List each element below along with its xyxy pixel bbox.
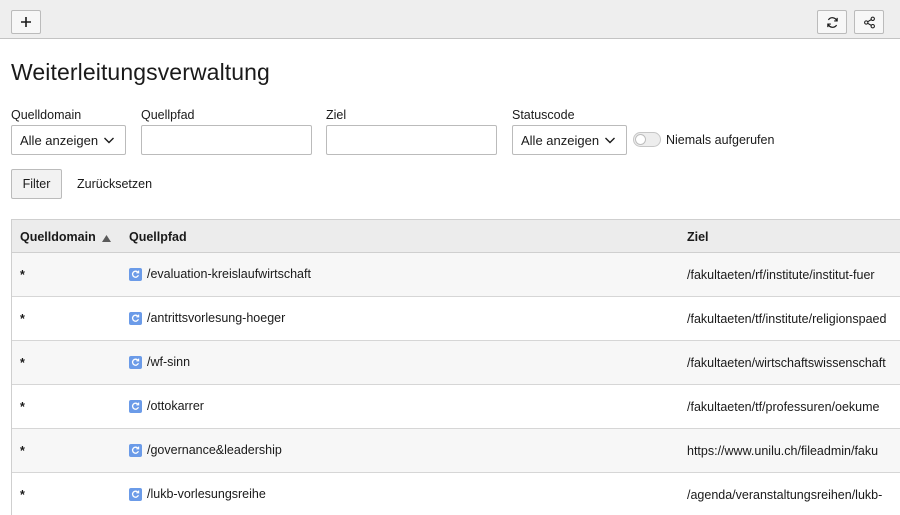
page-icon (129, 267, 142, 281)
filter-button[interactable]: Filter (11, 169, 62, 199)
row-domain: * (20, 488, 25, 502)
row-domain: * (20, 356, 25, 370)
target-label: Ziel (326, 108, 347, 122)
status-code-select[interactable]: Alle anzeigen (512, 125, 627, 155)
row-path[interactable]: /governance&leadership (147, 443, 282, 457)
row-domain: * (20, 444, 25, 458)
row-target: /fakultaeten/tf/professuren/oekume (687, 400, 880, 414)
row-path-cell: /ottokarrer (129, 399, 204, 413)
module-toolbar (0, 0, 900, 39)
share-icon (863, 16, 876, 29)
row-target: /agenda/veranstaltungsreihen/lukb- (687, 488, 883, 502)
row-path[interactable]: /evaluation-kreislaufwirtschaft (147, 267, 311, 281)
row-path-cell: /lukb-vorlesungsreihe (129, 487, 266, 501)
row-target: https://www.unilu.ch/fileadmin/faku (687, 444, 879, 458)
row-domain: * (20, 312, 25, 326)
table-header: Quelldomain Quellpfad Ziel (12, 220, 900, 253)
chevron-down-icon (604, 134, 616, 149)
row-path[interactable]: /antrittsvorlesung-hoeger (147, 311, 285, 325)
source-path-label: Quellpfad (141, 108, 195, 122)
row-path-cell: /evaluation-kreislaufwirtschaft (129, 267, 311, 281)
row-target: /fakultaeten/wirtschaftswissenschaft (687, 356, 886, 370)
column-header-label: Quelldomain (20, 230, 96, 244)
source-path-input[interactable] (141, 125, 312, 155)
table-row[interactable]: * /evaluation-kreislaufwirtschaft /fakul… (12, 253, 900, 297)
row-domain: * (20, 400, 25, 414)
page-icon (129, 355, 142, 369)
page-icon (129, 399, 142, 413)
table-row[interactable]: * /antrittsvorlesung-hoeger /fakultaeten… (12, 297, 900, 341)
add-redirect-button[interactable] (11, 10, 41, 34)
never-called-toggle[interactable] (633, 132, 661, 147)
page-icon (129, 311, 142, 325)
table-row[interactable]: * /ottokarrer /fakultaeten/tf/professure… (12, 385, 900, 429)
page-icon (129, 443, 142, 457)
table-row[interactable]: * /wf-sinn /fakultaeten/wirtschaftswisse… (12, 341, 900, 385)
column-header-source-domain[interactable]: Quelldomain (20, 230, 111, 245)
column-header-target[interactable]: Ziel (687, 230, 709, 244)
row-path[interactable]: /lukb-vorlesungsreihe (147, 487, 266, 501)
reset-button[interactable]: Zurücksetzen (77, 177, 152, 191)
target-input[interactable] (326, 125, 497, 155)
source-domain-value: Alle anzeigen (20, 132, 99, 148)
plus-icon (20, 16, 32, 28)
page-icon (129, 487, 142, 501)
source-domain-label: Quelldomain (11, 108, 82, 122)
status-code-value: Alle anzeigen (521, 132, 600, 148)
row-target: /fakultaeten/rf/institute/institut-fuer (687, 268, 875, 282)
table-row[interactable]: * /governance&leadership https://www.uni… (12, 429, 900, 473)
never-called-label: Niemals aufgerufen (666, 133, 775, 147)
row-domain: * (20, 268, 25, 282)
row-path-cell: /antrittsvorlesung-hoeger (129, 311, 285, 325)
share-button[interactable] (854, 10, 884, 34)
row-path-cell: /wf-sinn (129, 355, 190, 369)
reload-icon (826, 16, 839, 29)
column-header-source-path[interactable]: Quellpfad (129, 230, 187, 244)
toggle-knob (635, 134, 646, 145)
chevron-down-icon (103, 134, 115, 149)
row-path[interactable]: /ottokarrer (147, 399, 204, 413)
row-target: /fakultaeten/tf/institute/religionspaed (687, 312, 886, 326)
sort-ascending-icon (101, 231, 111, 245)
row-path[interactable]: /wf-sinn (147, 355, 190, 369)
source-domain-select[interactable]: Alle anzeigen (11, 125, 126, 155)
row-path-cell: /governance&leadership (129, 443, 282, 457)
reload-button[interactable] (817, 10, 847, 34)
page-title: Weiterleitungsverwaltung (11, 59, 270, 85)
table-row[interactable]: * /lukb-vorlesungsreihe /agenda/veransta… (12, 473, 900, 515)
status-code-label: Statuscode (512, 108, 575, 122)
redirects-table: Quelldomain Quellpfad Ziel * /evaluation… (11, 219, 900, 515)
